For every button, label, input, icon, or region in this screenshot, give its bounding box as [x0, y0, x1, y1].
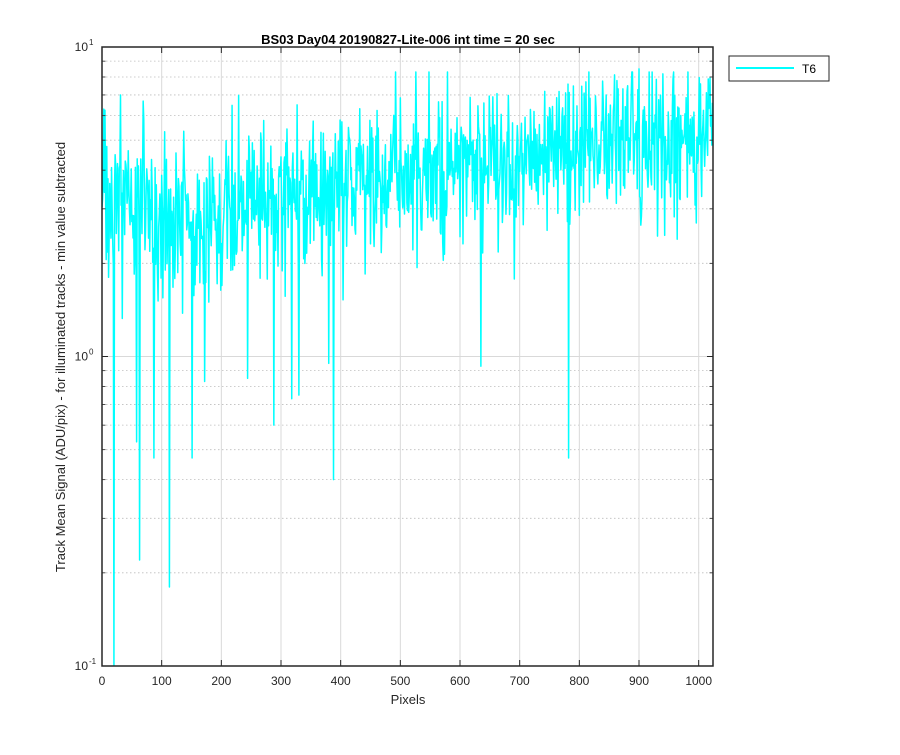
chart-title: BS03 Day04 20190827-Lite-006 int time = … — [261, 32, 555, 47]
x-tick-label: 900 — [629, 674, 649, 688]
y-tick-label: 10 — [75, 350, 89, 364]
y-tick-label-exponent: 1 — [89, 38, 94, 47]
x-tick-label: 400 — [331, 674, 351, 688]
x-tick-label: 500 — [390, 674, 410, 688]
y-tick-label: 10 — [75, 659, 89, 673]
y-tick-labels: 10 -110 010 1 — [75, 38, 97, 673]
chart: 0 100 200 300 400 500 600 700 800 900 1000 10 -110 0… — [53, 32, 830, 707]
figure: 0 100 200 300 400 500 600 700 800 900 1000 10 -1 10 0… — [0, 0, 900, 750]
x-tick-label: 100 — [152, 674, 172, 688]
x-axis-label: Pixels — [391, 692, 426, 707]
x-tick-label: 300 — [271, 674, 291, 688]
y-tick-label-exponent: -1 — [89, 657, 97, 666]
x-tick-label: 800 — [569, 674, 589, 688]
x-tick-label: 0 — [99, 674, 106, 688]
y-tick-label-exponent: 0 — [89, 348, 94, 357]
y-tick-label: 10 — [75, 40, 89, 54]
x-tick-label: 1000 — [685, 674, 712, 688]
legend-label-t6: T6 — [802, 62, 816, 76]
y-axis-label: Track Mean Signal (ADU/pix) - for illumi… — [53, 142, 68, 572]
x-tick-label: 700 — [510, 674, 530, 688]
x-tick-labels: 0 100 200 300 400 500 600 700 800 900 1000 — [99, 674, 713, 688]
legend: T6 — [728, 55, 830, 82]
x-tick-label: 600 — [450, 674, 470, 688]
x-tick-label: 200 — [211, 674, 231, 688]
